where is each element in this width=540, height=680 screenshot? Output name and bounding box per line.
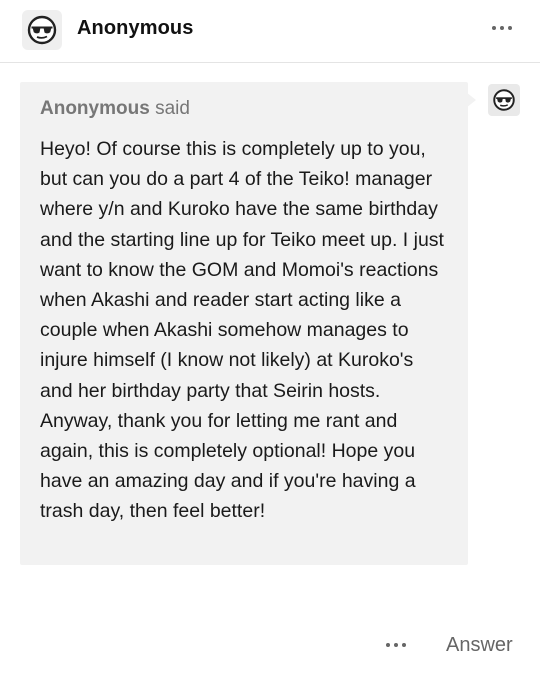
said-label: said [155, 98, 190, 119]
footer-more-button[interactable] [378, 632, 414, 658]
ask-question-text: Heyo! Of course this is completely up to… [40, 138, 444, 523]
more-options-button[interactable] [484, 14, 520, 42]
asker-name[interactable]: Anonymous [40, 98, 150, 119]
ask-attribution: Anonymous said [40, 97, 448, 121]
answer-button[interactable]: Answer [446, 632, 513, 658]
anonymous-sunglasses-icon [27, 15, 57, 45]
header-avatar[interactable] [22, 10, 62, 50]
asker-avatar[interactable] [488, 84, 520, 116]
more-horizontal-icon [492, 26, 512, 30]
post-header: Anonymous [0, 0, 540, 63]
more-horizontal-icon [386, 643, 406, 647]
ask-bubble: Anonymous said Heyo! Of course this is c… [20, 82, 468, 565]
bubble-tail [466, 92, 476, 108]
header-username[interactable]: Anonymous [77, 17, 193, 40]
anonymous-sunglasses-icon [493, 89, 515, 111]
